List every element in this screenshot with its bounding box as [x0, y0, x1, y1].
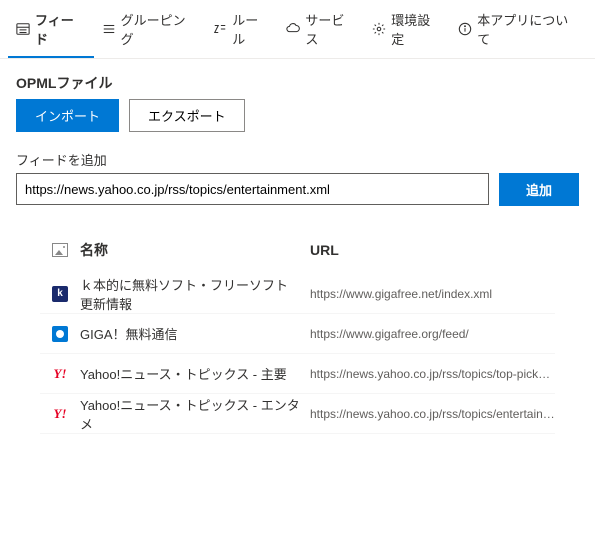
tab-bar: フィード グルーピング ルール サービス 環境設定 本アプリについて [0, 0, 595, 59]
table-header: 名称 URL [40, 230, 555, 270]
export-button[interactable]: エクスポート [129, 99, 245, 132]
feed-name: Yahoo!ニュース・トピックス - エンタメ [80, 395, 310, 433]
import-button[interactable]: インポート [16, 99, 119, 132]
tab-label: フィード [35, 10, 86, 48]
feed-table: 名称 URL k ｋ本的に無料ソフト・フリーソフト 更新情報 https://w… [16, 230, 579, 434]
feed-url: https://news.yahoo.co.jp/rss/topics/top-… [310, 367, 555, 381]
feed-name: ｋ本的に無料ソフト・フリーソフト 更新情報 [80, 275, 310, 313]
tab-label: ルール [232, 10, 270, 48]
gear-icon [372, 22, 386, 36]
info-icon [458, 22, 472, 36]
add-feed-title: フィードを追加 [16, 150, 579, 169]
tab-label: グルーピング [121, 10, 198, 48]
tab-grouping[interactable]: グルーピング [94, 0, 206, 58]
feed-url-input[interactable] [16, 173, 489, 205]
header-name[interactable]: 名称 [80, 240, 310, 260]
favicon-yahoo: Y! [52, 366, 68, 382]
tab-about[interactable]: 本アプリについて [450, 0, 587, 58]
header-icon-col[interactable] [40, 243, 80, 257]
table-row[interactable]: Y! Yahoo!ニュース・トピックス - 主要 https://news.ya… [40, 354, 555, 394]
tab-service[interactable]: サービス [278, 0, 364, 58]
rule-icon [213, 22, 227, 36]
feed-icon [16, 22, 30, 36]
table-row[interactable]: k ｋ本的に無料ソフト・フリーソフト 更新情報 https://www.giga… [40, 274, 555, 314]
feed-url: https://www.gigafree.org/feed/ [310, 327, 555, 341]
feed-url: https://www.gigafree.net/index.xml [310, 287, 555, 301]
favicon-yahoo: Y! [52, 406, 68, 422]
table-row[interactable]: Y! Yahoo!ニュース・トピックス - エンタメ https://news.… [40, 394, 555, 434]
cloud-icon [286, 22, 300, 36]
tab-rule[interactable]: ルール [205, 0, 278, 58]
favicon-k: k [52, 286, 68, 302]
favicon-giga [52, 326, 68, 342]
feed-name: GIGA！無料通信 [80, 324, 310, 343]
feed-url: https://news.yahoo.co.jp/rss/topics/ente… [310, 407, 555, 421]
tab-feed[interactable]: フィード [8, 0, 94, 58]
feed-name: Yahoo!ニュース・トピックス - 主要 [80, 364, 310, 383]
add-button[interactable]: 追加 [499, 173, 579, 206]
grouping-icon [102, 22, 116, 36]
image-placeholder-icon [52, 243, 68, 257]
tab-label: サービス [305, 10, 356, 48]
table-row[interactable]: GIGA！無料通信 https://www.gigafree.org/feed/ [40, 314, 555, 354]
content-area: OPMLファイル インポート エクスポート フィードを追加 追加 名称 URL … [0, 59, 595, 448]
opml-title: OPMLファイル [16, 73, 579, 93]
tab-settings[interactable]: 環境設定 [364, 0, 450, 58]
header-url[interactable]: URL [310, 242, 555, 258]
tab-label: 環境設定 [391, 10, 442, 48]
tab-label: 本アプリについて [477, 10, 579, 48]
